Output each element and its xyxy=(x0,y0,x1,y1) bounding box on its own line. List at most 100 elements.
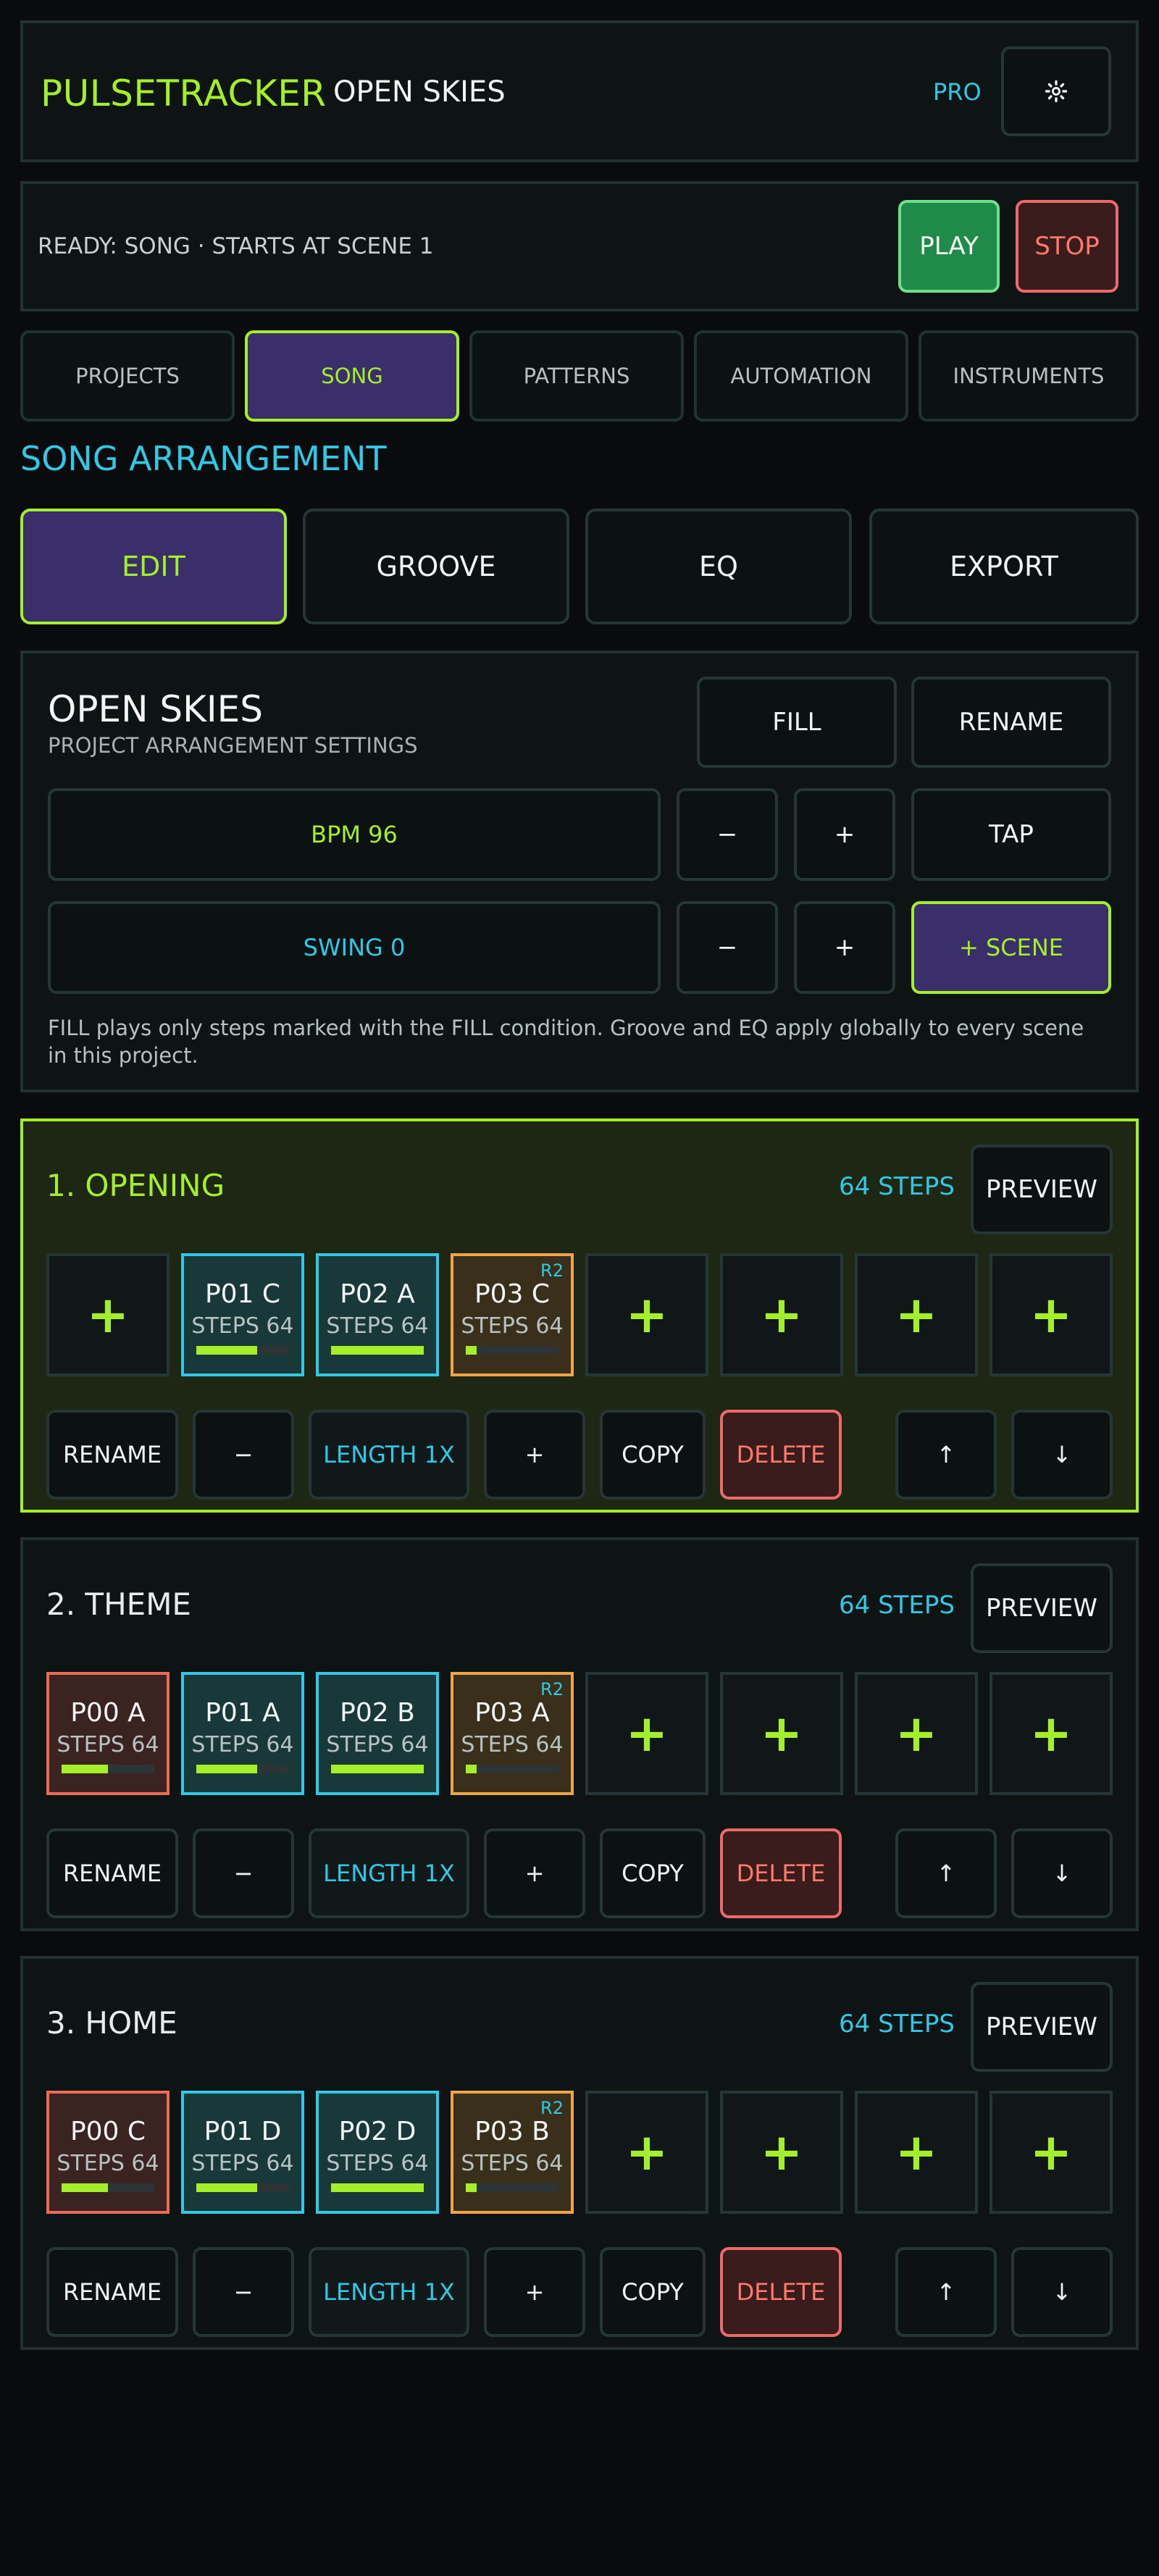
scene-move-down-button[interactable]: ↓ xyxy=(1011,1410,1113,1500)
scene-rename-button[interactable]: RENAME xyxy=(46,1828,178,1918)
mode-edit[interactable]: EDIT xyxy=(20,509,287,624)
pattern-name: P01 D xyxy=(204,2117,282,2146)
scene-delete-button[interactable]: DELETE xyxy=(720,2247,842,2337)
swing-decrease-button[interactable]: − xyxy=(677,901,778,994)
pro-badge: PRO xyxy=(933,78,982,106)
pattern-slot[interactable]: P02 D STEPS 64 xyxy=(316,2091,439,2214)
scene-move-down-button[interactable]: ↓ xyxy=(1011,2247,1113,2337)
scene-copy-button[interactable]: COPY xyxy=(600,1828,706,1918)
pattern-progress xyxy=(466,1765,558,1773)
mode-groove[interactable]: GROOVE xyxy=(303,509,569,624)
scene-delete-button[interactable]: DELETE xyxy=(720,1828,842,1918)
pattern-slot[interactable]: P02 B STEPS 64 xyxy=(316,1672,439,1795)
bpm-decrease-button[interactable]: − xyxy=(677,788,778,881)
scene-length-increase-button[interactable]: + xyxy=(484,1828,585,1918)
mode-export[interactable]: EXPORT xyxy=(869,509,1139,624)
scene-length-display[interactable]: LENGTH 1X xyxy=(309,2247,469,2337)
pattern-slot[interactable]: P01 D STEPS 64 xyxy=(181,2091,304,2214)
pattern-progress xyxy=(331,2183,424,2192)
pattern-progress xyxy=(62,2183,154,2192)
pattern-steps: STEPS 64 xyxy=(191,1313,294,1339)
add-pattern-slot[interactable]: + xyxy=(46,1253,170,1376)
pattern-name: P00 A xyxy=(70,1698,146,1728)
pattern-progress xyxy=(196,1765,289,1773)
scene-move-up-button[interactable]: ↑ xyxy=(895,1828,997,1918)
add-pattern-slot[interactable]: + xyxy=(855,1672,978,1795)
tab-automation[interactable]: AUTOMATION xyxy=(694,330,908,422)
add-pattern-slot[interactable]: + xyxy=(585,1672,708,1795)
preview-button[interactable]: PREVIEW xyxy=(971,1563,1113,1653)
stop-button[interactable]: STOP xyxy=(1016,200,1118,293)
pattern-slot[interactable]: R2 P03 A STEPS 64 xyxy=(451,1672,574,1795)
tab-instruments[interactable]: INSTRUMENTS xyxy=(919,330,1139,422)
pattern-slot[interactable]: R2 P03 C STEPS 64 xyxy=(451,1253,574,1376)
scene-move-up-button[interactable]: ↑ xyxy=(895,1410,997,1500)
preview-button[interactable]: PREVIEW xyxy=(971,1145,1113,1234)
scene-delete-button[interactable]: DELETE xyxy=(720,1410,842,1500)
rename-project-button[interactable]: RENAME xyxy=(911,677,1111,768)
add-pattern-slot[interactable]: + xyxy=(720,2091,843,2214)
scene-length-decrease-button[interactable]: − xyxy=(193,1828,294,1918)
pattern-steps: STEPS 64 xyxy=(57,2151,159,2176)
bpm-increase-button[interactable]: + xyxy=(794,788,895,881)
scene-copy-button[interactable]: COPY xyxy=(600,1410,706,1500)
add-pattern-slot[interactable]: + xyxy=(989,1253,1113,1376)
preview-button[interactable]: PREVIEW xyxy=(971,1982,1113,2072)
scene-move-down-button[interactable]: ↓ xyxy=(1011,1828,1113,1918)
pattern-slot[interactable]: P00 A STEPS 64 xyxy=(46,1672,170,1795)
fill-button[interactable]: FILL xyxy=(697,677,897,768)
swing-display[interactable]: SWING 0 xyxy=(48,901,661,994)
scene-steps: 64 STEPS xyxy=(839,2010,955,2038)
scene-title: 2. THEME xyxy=(46,1586,191,1622)
pattern-name: P03 B xyxy=(474,2117,550,2146)
pattern-slot[interactable]: P01 A STEPS 64 xyxy=(181,1672,304,1795)
tab-song[interactable]: SONG xyxy=(245,330,459,422)
mode-eq[interactable]: EQ xyxy=(585,509,852,624)
play-button[interactable]: PLAY xyxy=(898,200,1000,293)
pattern-slot[interactable]: P00 C STEPS 64 xyxy=(46,2091,170,2214)
swing-increase-button[interactable]: + xyxy=(794,901,895,994)
add-pattern-slot[interactable]: + xyxy=(720,1253,843,1376)
bpm-display[interactable]: BPM 96 xyxy=(48,788,661,881)
add-pattern-slot[interactable]: + xyxy=(585,1253,708,1376)
add-pattern-slot[interactable]: + xyxy=(720,1672,843,1795)
add-pattern-slot[interactable]: + xyxy=(585,2091,708,2214)
scene-length-display[interactable]: LENGTH 1X xyxy=(309,1410,469,1500)
scene-title: 1. OPENING xyxy=(46,1168,225,1203)
tab-projects[interactable]: PROJECTS xyxy=(20,330,235,422)
pattern-name: P00 C xyxy=(70,2117,146,2146)
scene-length-increase-button[interactable]: + xyxy=(484,2247,585,2337)
scene-length-decrease-button[interactable]: − xyxy=(193,1410,294,1500)
pattern-name: P02 A xyxy=(340,1279,415,1309)
add-pattern-slot[interactable]: + xyxy=(855,2091,978,2214)
pattern-progress xyxy=(331,1346,424,1355)
pattern-steps: STEPS 64 xyxy=(461,2151,564,2176)
scene-length-increase-button[interactable]: + xyxy=(484,1410,585,1500)
tap-button[interactable]: TAP xyxy=(911,788,1111,881)
pattern-progress xyxy=(196,1346,289,1355)
scene-rename-button[interactable]: RENAME xyxy=(46,2247,178,2337)
add-pattern-slot[interactable]: + xyxy=(989,1672,1113,1795)
pattern-slot[interactable]: R2 P03 B STEPS 64 xyxy=(451,2091,574,2214)
repeat-badge: R2 xyxy=(540,1260,564,1281)
settings-button[interactable] xyxy=(1001,46,1111,136)
add-pattern-slot[interactable]: + xyxy=(855,1253,978,1376)
scene-copy-button[interactable]: COPY xyxy=(600,2247,706,2337)
pattern-progress xyxy=(331,1765,424,1773)
pattern-slot[interactable]: P01 C STEPS 64 xyxy=(181,1253,304,1376)
add-scene-button[interactable]: + SCENE xyxy=(911,901,1111,994)
add-pattern-slot[interactable]: + xyxy=(989,2091,1113,2214)
scene-title: 3. HOME xyxy=(46,2005,177,2041)
scene-card: 1. OPENING 64 STEPS PREVIEW + P01 C STEP… xyxy=(20,1118,1139,1513)
pattern-steps: STEPS 64 xyxy=(461,1313,564,1339)
scene-length-decrease-button[interactable]: − xyxy=(193,2247,294,2337)
scene-rename-button[interactable]: RENAME xyxy=(46,1410,178,1500)
pattern-name: P02 D xyxy=(338,2117,417,2146)
pattern-progress xyxy=(466,1346,558,1355)
pattern-steps: STEPS 64 xyxy=(57,1732,159,1757)
scene-move-up-button[interactable]: ↑ xyxy=(895,2247,997,2337)
pattern-steps: STEPS 64 xyxy=(191,1732,294,1757)
tab-patterns[interactable]: PATTERNS xyxy=(469,330,684,422)
pattern-slot[interactable]: P02 A STEPS 64 xyxy=(316,1253,439,1376)
scene-length-display[interactable]: LENGTH 1X xyxy=(309,1828,469,1918)
